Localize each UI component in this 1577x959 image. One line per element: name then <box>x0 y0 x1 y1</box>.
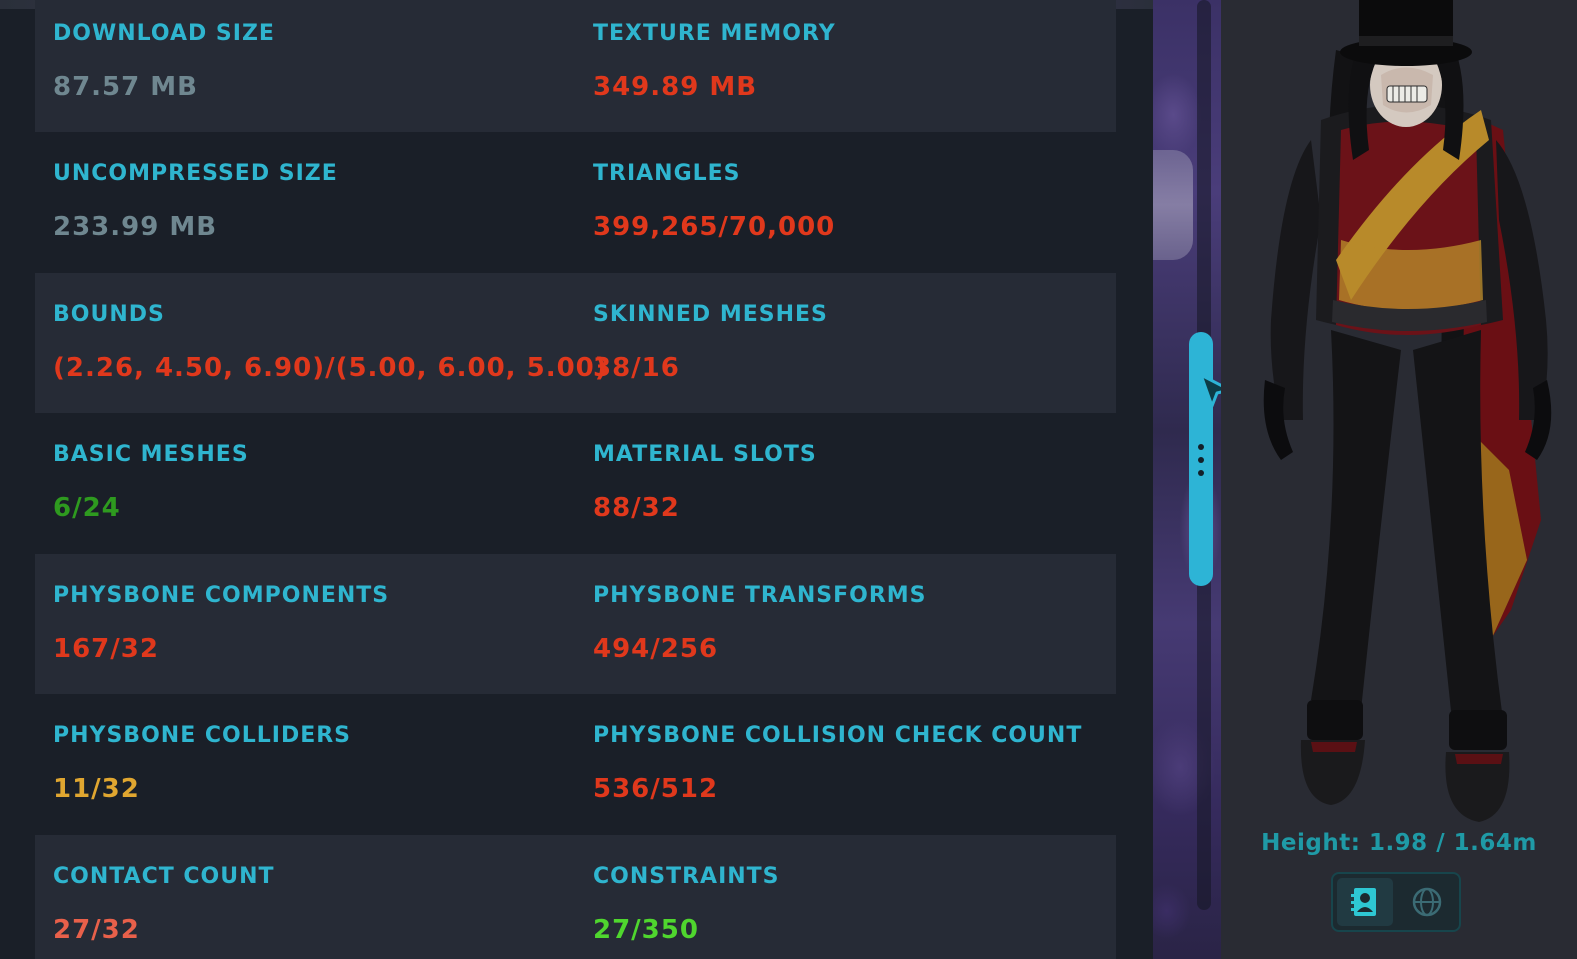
stats-row: UNCOMPRESSED SIZE 233.99 MB TRIANGLES 39… <box>35 132 1116 272</box>
stat-label: TEXTURE MEMORY <box>593 21 836 46</box>
stat-triangles: TRIANGLES 399,265/70,000 <box>593 132 1113 272</box>
stat-material-slots: MATERIAL SLOTS 88/32 <box>593 413 1113 553</box>
stat-label: TRIANGLES <box>593 161 741 186</box>
stat-value: 88/32 <box>593 493 680 523</box>
stats-row: PHYSBONE COMPONENTS 167/32 PHYSBONE TRAN… <box>35 554 1116 694</box>
stat-label: CONSTRAINTS <box>593 864 780 889</box>
view-toggle <box>1331 872 1461 932</box>
stat-label: SKINNED MESHES <box>593 302 828 327</box>
stat-download-size: DOWNLOAD SIZE 87.57 MB <box>53 0 573 132</box>
stat-constraints: CONSTRAINTS 27/350 <box>593 835 1113 959</box>
vertical-dots-icon <box>1197 444 1205 476</box>
background-texture <box>1153 150 1193 260</box>
stat-value: 167/32 <box>53 634 159 664</box>
stat-label: BOUNDS <box>53 302 165 327</box>
performance-stats-panel: DOWNLOAD SIZE 87.57 MB TEXTURE MEMORY 34… <box>0 0 1153 959</box>
stat-physbone-collision-check-count: PHYSBONE COLLISION CHECK COUNT 536/512 <box>593 694 1113 834</box>
stat-physbone-transforms: PHYSBONE TRANSFORMS 494/256 <box>593 554 1113 694</box>
stat-value: (2.26, 4.50, 6.90)/(5.00, 6.00, 5.00) <box>53 353 608 383</box>
stat-contact-count: CONTACT COUNT 27/32 <box>53 835 573 959</box>
stat-value: 349.89 MB <box>593 72 758 102</box>
stat-value: 6/24 <box>53 493 121 523</box>
stat-bounds: BOUNDS (2.26, 4.50, 6.90)/(5.00, 6.00, 5… <box>53 273 607 413</box>
stat-value: 494/256 <box>593 634 719 664</box>
avatar-card-icon <box>1351 888 1376 916</box>
stats-row: PHYSBONE COLLIDERS 11/32 PHYSBONE COLLIS… <box>35 694 1116 834</box>
stat-label: PHYSBONE COLLIDERS <box>53 723 352 748</box>
stat-value: 27/350 <box>593 915 699 945</box>
stat-skinned-meshes: SKINNED MESHES 38/16 <box>593 273 1113 413</box>
stat-label: CONTACT COUNT <box>53 864 275 889</box>
stat-label: DOWNLOAD SIZE <box>53 21 275 46</box>
avatar-view-button[interactable] <box>1337 878 1393 926</box>
stat-value: 536/512 <box>593 774 719 804</box>
stat-label: PHYSBONE COLLISION CHECK COUNT <box>593 723 1083 748</box>
world-view-button[interactable] <box>1399 878 1455 926</box>
stat-value: 11/32 <box>53 774 140 804</box>
avatar-height-readout: Height: 1.98 / 1.64m <box>1261 830 1537 856</box>
avatar-model-image[interactable] <box>1241 0 1571 830</box>
stat-value: 38/16 <box>593 353 680 383</box>
globe-icon <box>1412 887 1442 917</box>
avatar-preview-panel: Height: 1.98 / 1.64m <box>1221 0 1577 959</box>
stat-label: PHYSBONE TRANSFORMS <box>593 583 927 608</box>
stat-value: 27/32 <box>53 915 140 945</box>
stat-value: 87.57 MB <box>53 72 198 102</box>
stat-label: UNCOMPRESSED SIZE <box>53 161 338 186</box>
stat-physbone-components: PHYSBONE COMPONENTS 167/32 <box>53 554 573 694</box>
stat-label: MATERIAL SLOTS <box>593 442 817 467</box>
stat-basic-meshes: BASIC MESHES 6/24 <box>53 413 573 553</box>
scrollbar-region <box>1153 0 1232 959</box>
stat-physbone-colliders: PHYSBONE COLLIDERS 11/32 <box>53 694 573 834</box>
stat-value: 233.99 MB <box>53 212 218 242</box>
stats-row: BASIC MESHES 6/24 MATERIAL SLOTS 88/32 <box>35 413 1116 553</box>
stats-row: BOUNDS (2.26, 4.50, 6.90)/(5.00, 6.00, 5… <box>35 273 1116 413</box>
stat-texture-memory: TEXTURE MEMORY 349.89 MB <box>593 0 1113 132</box>
stat-label: BASIC MESHES <box>53 442 249 467</box>
stats-row: CONTACT COUNT 27/32 CONSTRAINTS 27/350 <box>35 835 1116 959</box>
app-screen: DOWNLOAD SIZE 87.57 MB TEXTURE MEMORY 34… <box>0 0 1577 959</box>
stat-label: PHYSBONE COMPONENTS <box>53 583 390 608</box>
stat-value: 399,265/70,000 <box>593 212 836 242</box>
scrollbar-thumb[interactable] <box>1189 332 1213 586</box>
stats-row: DOWNLOAD SIZE 87.57 MB TEXTURE MEMORY 34… <box>35 0 1116 132</box>
stat-uncompressed-size: UNCOMPRESSED SIZE 233.99 MB <box>53 132 573 272</box>
